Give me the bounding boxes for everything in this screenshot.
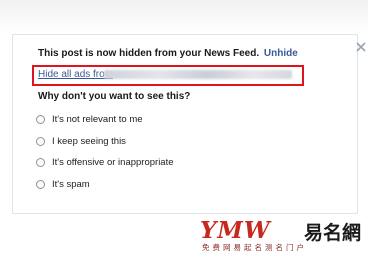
watermark-logo: YMW 易名網 免费网易起名测名门户 <box>200 217 364 255</box>
page-top-background <box>0 0 368 34</box>
option-keep-seeing[interactable]: I keep seeing this <box>36 134 126 148</box>
hide-all-ads-link[interactable]: Hide all ads from <box>38 69 113 80</box>
radio-button[interactable] <box>36 136 45 146</box>
hidden-notice-text: This post is now hidden from your News F… <box>38 48 260 59</box>
unhide-link[interactable]: Unhide <box>264 48 298 59</box>
option-label: It's spam <box>52 178 90 190</box>
watermark-latin: YMW <box>200 217 271 244</box>
option-not-relevant[interactable]: It's not relevant to me <box>36 112 143 126</box>
option-label: It's offensive or inappropriate <box>52 156 174 168</box>
option-label: I keep seeing this <box>52 135 126 147</box>
radio-button[interactable] <box>36 179 45 189</box>
option-spam[interactable]: It's spam <box>36 177 90 191</box>
close-icon[interactable] <box>356 42 366 52</box>
radio-button[interactable] <box>36 157 45 167</box>
radio-button[interactable] <box>36 114 45 124</box>
blurred-advertiser-name <box>104 70 292 79</box>
option-label: It's not relevant to me <box>52 113 143 125</box>
watermark-brand: 易名網 <box>304 222 362 244</box>
watermark-subtitle: 免费网易起名测名门户 <box>202 243 307 252</box>
option-offensive[interactable]: It's offensive or inappropriate <box>36 155 174 169</box>
hidden-notice: This post is now hidden from your News F… <box>38 48 298 59</box>
survey-question: Why don't you want to see this? <box>38 91 191 102</box>
